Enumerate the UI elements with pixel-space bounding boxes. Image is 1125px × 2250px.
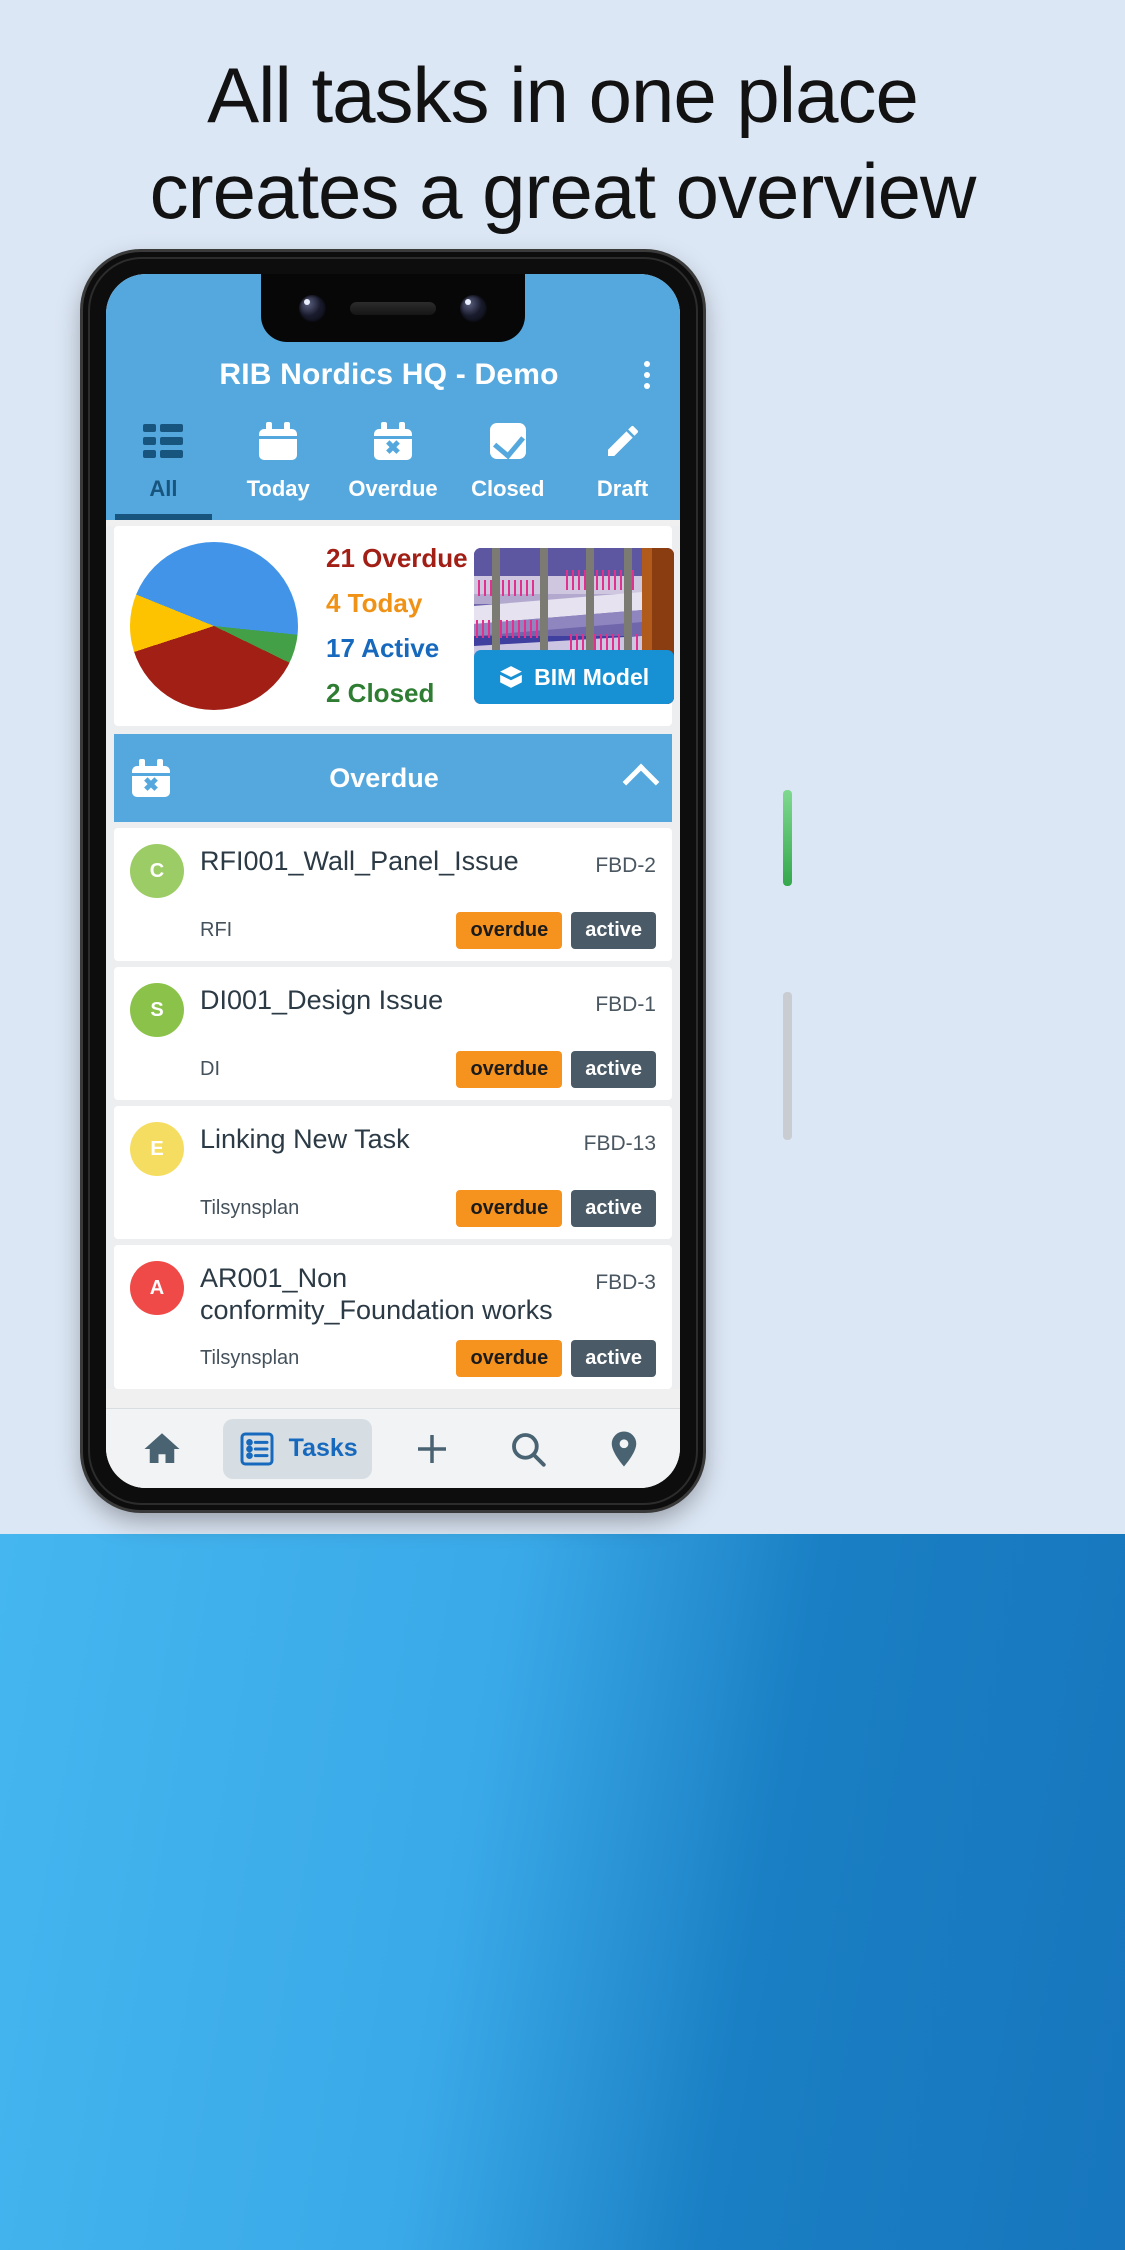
section-title: Overdue	[329, 762, 439, 793]
status-badge-active: active	[571, 1340, 656, 1378]
status-badge-overdue: overdue	[456, 1340, 563, 1378]
calendar-x-icon: ✖	[373, 420, 412, 462]
checkbox-icon	[489, 420, 526, 462]
calendar-x-icon: ✖	[132, 759, 170, 797]
app-title-bar: RIB Nordics HQ - Demo	[106, 342, 680, 408]
pie-chart-legend: 21 Overdue 4 Today 17 Active 2 Closed	[304, 543, 468, 709]
plus-icon	[418, 1434, 447, 1463]
task-type: RFI	[200, 919, 233, 941]
avatar: A	[130, 1261, 184, 1315]
stats-summary-card: 21 Overdue 4 Today 17 Active 2 Closed BI…	[114, 526, 674, 726]
marketing-headline: All tasks in one place creates a great o…	[0, 56, 1125, 230]
legend-closed[interactable]: 2 Closed	[326, 678, 468, 709]
task-row[interactable]: A AR001_Non conformity_Foundation works …	[114, 1245, 672, 1390]
task-reference: FBD-3	[595, 1271, 656, 1294]
task-row[interactable]: S DI001_Design Issue FBD-1 DI overdue ac…	[114, 967, 672, 1100]
tab-closed[interactable]: Closed	[450, 408, 565, 520]
tab-today[interactable]: Today	[221, 408, 336, 520]
phone-screen: RIB Nordics HQ - Demo All Today ✖ Overdu…	[106, 274, 680, 1488]
task-reference: FBD-13	[583, 1132, 656, 1155]
avatar: S	[130, 983, 184, 1037]
avatar: E	[130, 1122, 184, 1176]
task-filter-tabs: All Today ✖ Overdue Closed Draft	[106, 408, 680, 520]
nav-item-add[interactable]	[397, 1418, 467, 1480]
front-camera-icon	[299, 294, 326, 322]
chevron-up-icon[interactable]	[622, 763, 660, 801]
task-type: Tilsynsplan	[200, 1197, 300, 1219]
phone-notch	[261, 274, 525, 342]
tasks-icon	[240, 1432, 274, 1465]
earpiece-speaker	[350, 301, 436, 315]
task-row[interactable]: E Linking New Task FBD-13 Tilsynsplan ov…	[114, 1106, 672, 1239]
nav-item-location[interactable]	[589, 1418, 659, 1480]
task-status-pie-chart	[130, 542, 298, 710]
headline-line-2: creates a great overview	[149, 147, 977, 235]
background-bottom	[0, 1534, 1125, 2250]
status-badge-active: active	[571, 912, 656, 949]
legend-active[interactable]: 17 Active	[326, 633, 468, 664]
task-title: Linking New Task	[200, 1124, 410, 1154]
status-badge-overdue: overdue	[456, 912, 563, 949]
status-badge-overdue: overdue	[456, 1051, 563, 1088]
cube-icon	[500, 666, 522, 688]
nav-item-tasks-label: Tasks	[288, 1434, 358, 1462]
headline-line-1: All tasks in one place	[207, 51, 919, 139]
calendar-icon	[259, 420, 298, 462]
search-icon	[512, 1432, 546, 1467]
nav-item-home[interactable]	[127, 1418, 197, 1480]
task-title: AR001_Non conformity_Foundation works	[200, 1263, 553, 1325]
bottom-navigation: Tasks	[106, 1408, 680, 1488]
status-badge-overdue: overdue	[456, 1190, 563, 1227]
tab-overdue[interactable]: ✖ Overdue	[336, 408, 451, 520]
task-title: RFI001_Wall_Panel_Issue	[200, 846, 519, 876]
list-icon	[143, 420, 184, 462]
front-camera-secondary-icon	[460, 294, 487, 322]
nav-item-search[interactable]	[493, 1418, 563, 1480]
bim-model-button[interactable]: BIM Model	[473, 650, 674, 704]
phone-volume-button	[783, 992, 792, 1140]
nav-item-tasks[interactable]: Tasks	[222, 1418, 372, 1479]
task-type: DI	[200, 1058, 220, 1080]
tab-closed-label: Closed	[471, 476, 545, 501]
task-reference: FBD-1	[595, 993, 656, 1016]
task-row[interactable]: C RFI001_Wall_Panel_Issue FBD-2 RFI over…	[114, 828, 672, 961]
phone-power-button	[783, 790, 792, 886]
app-content: 21 Overdue 4 Today 17 Active 2 Closed BI…	[106, 526, 680, 1390]
task-reference: FBD-2	[595, 854, 656, 877]
tab-draft[interactable]: Draft	[565, 408, 680, 520]
tab-all-label: All	[149, 476, 178, 501]
pencil-icon	[603, 420, 643, 462]
status-badge-active: active	[571, 1051, 656, 1088]
home-icon	[144, 1432, 180, 1463]
tab-overdue-label: Overdue	[348, 476, 438, 501]
task-title: DI001_Design Issue	[200, 985, 444, 1015]
status-badge-active: active	[571, 1190, 656, 1227]
page-title: RIB Nordics HQ - Demo	[219, 358, 559, 391]
tab-all[interactable]: All	[106, 408, 221, 520]
legend-today[interactable]: 4 Today	[326, 588, 468, 619]
task-type: Tilsynsplan	[200, 1347, 300, 1370]
legend-overdue[interactable]: 21 Overdue	[326, 543, 468, 574]
section-header-overdue[interactable]: ✖ Overdue	[114, 734, 672, 822]
tab-draft-label: Draft	[596, 476, 649, 501]
phone-mockup: RIB Nordics HQ - Demo All Today ✖ Overdu…	[83, 252, 792, 1510]
bim-model-button-label: BIM Model	[534, 663, 650, 690]
overflow-menu-icon[interactable]	[632, 361, 666, 389]
avatar: C	[130, 844, 184, 898]
tab-today-label: Today	[246, 476, 310, 501]
bim-model-thumbnail[interactable]: BIM Model	[473, 548, 674, 704]
location-pin-icon	[611, 1431, 637, 1466]
